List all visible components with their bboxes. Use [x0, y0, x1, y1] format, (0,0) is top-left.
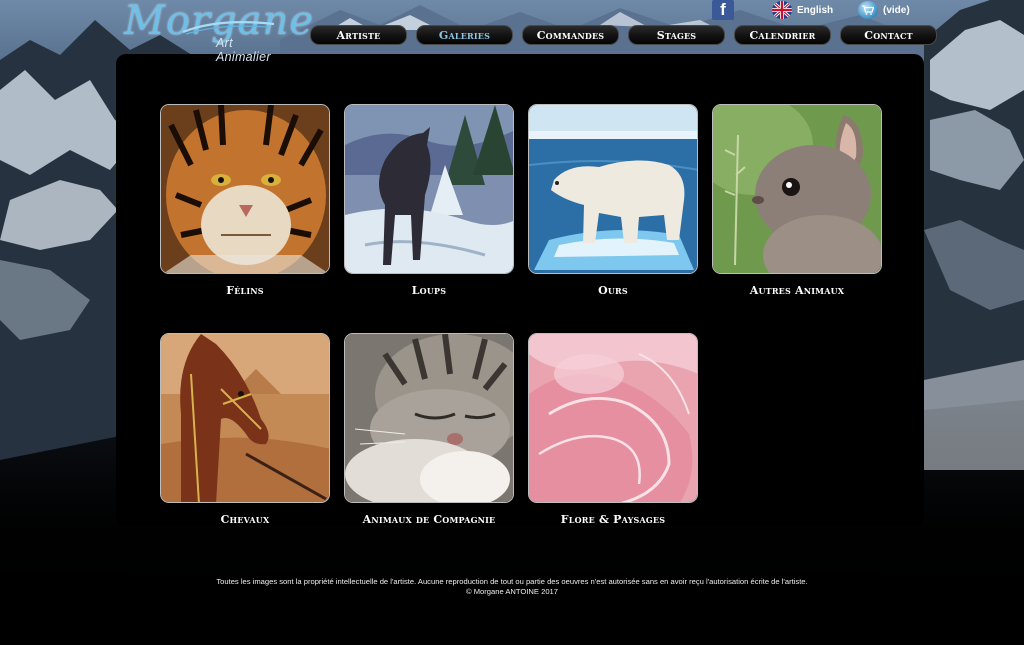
- rose-image: [529, 334, 697, 502]
- site-logo[interactable]: Morgane Art Animalier: [118, 0, 313, 64]
- uk-flag-icon: [772, 1, 792, 19]
- wolf-image: [345, 105, 513, 273]
- nav-stages[interactable]: Stages: [628, 25, 725, 45]
- nav-calendrier[interactable]: Calendrier: [734, 25, 831, 45]
- logo-subtitle: Art Animalier: [216, 36, 271, 64]
- tiger-image: [161, 105, 329, 273]
- language-switch[interactable]: English: [772, 1, 833, 19]
- nav-contact[interactable]: Contact: [840, 25, 937, 45]
- footer: Toutes les images sont la propriété inte…: [0, 577, 1024, 597]
- horse-image: [161, 334, 329, 502]
- gallery-tile-flore-paysages[interactable]: [528, 333, 698, 503]
- gallery-caption-loups[interactable]: Loups: [344, 284, 514, 297]
- polar-bear-image: [529, 105, 697, 273]
- gallery-caption-chevaux[interactable]: Chevaux: [160, 513, 330, 526]
- gallery-caption-flore-paysages[interactable]: Flore & Paysages: [528, 513, 698, 526]
- gallery-tile-chevaux[interactable]: [160, 333, 330, 503]
- cart-link[interactable]: (vide): [858, 1, 910, 19]
- copyright-notice: Toutes les images sont la propriété inte…: [216, 577, 808, 586]
- gallery-caption-autres-animaux[interactable]: Autres Animaux: [712, 284, 882, 297]
- gallery-tile-ours[interactable]: [528, 104, 698, 274]
- gallery-tile-loups[interactable]: [344, 104, 514, 274]
- gallery-tile-felins[interactable]: [160, 104, 330, 274]
- nav-commandes[interactable]: Commandes: [522, 25, 619, 45]
- language-label: English: [797, 4, 834, 16]
- gallery-tile-autres-animaux[interactable]: [712, 104, 882, 274]
- logo-swoosh-icon: [182, 20, 275, 35]
- nav-galeries[interactable]: Galeries: [416, 25, 513, 45]
- cart-icon: [858, 1, 878, 19]
- nav-artiste[interactable]: Artiste: [310, 25, 407, 45]
- gallery-tile-animaux-de-compagnie[interactable]: [344, 333, 514, 503]
- cart-label: (vide): [883, 4, 910, 16]
- copyright-owner: © Morgane ANTOINE 2017: [466, 587, 558, 596]
- gallery-caption-ours[interactable]: Ours: [528, 284, 698, 297]
- gallery-caption-felins[interactable]: Félins: [160, 284, 330, 297]
- rabbit-image: [713, 105, 881, 273]
- facebook-icon[interactable]: f: [712, 0, 734, 20]
- cat-image: [345, 334, 513, 502]
- gallery-caption-animaux-de-compagnie[interactable]: Animaux de Compagnie: [344, 513, 514, 526]
- gallery-panel: Félins Loups Ours Autres Animaux Chevaux…: [116, 54, 924, 526]
